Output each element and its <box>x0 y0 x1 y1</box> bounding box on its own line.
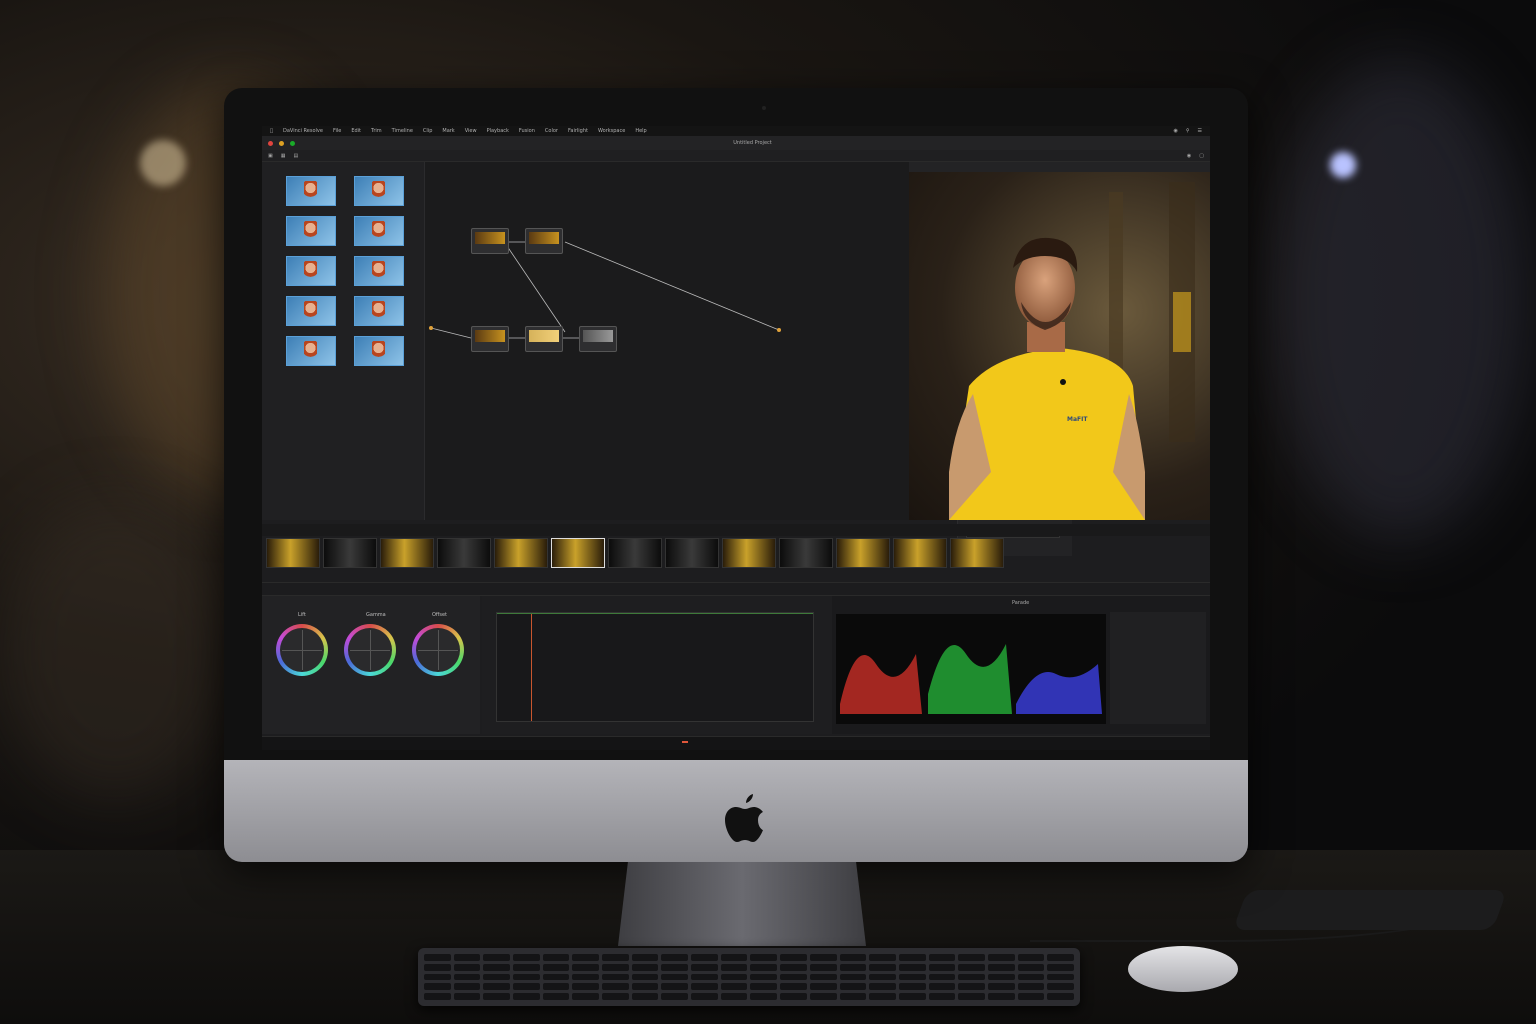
timeline-clip[interactable] <box>665 538 719 568</box>
still-thumbnail[interactable] <box>354 176 406 206</box>
lightbox-icon[interactable]: ▢ <box>1199 153 1204 159</box>
menu-item[interactable]: Trim <box>371 128 382 134</box>
still-thumbnail[interactable] <box>286 256 338 286</box>
menu-item[interactable]: DaVinci Resolve <box>283 128 323 134</box>
color-node[interactable] <box>471 228 509 254</box>
menu-item[interactable]: View <box>465 128 477 134</box>
timeline-clip[interactable] <box>779 538 833 568</box>
timeline-clip[interactable] <box>266 538 320 568</box>
wheel-label-gamma: Gamma <box>366 612 386 618</box>
search-icon[interactable]: ⚲ <box>1186 128 1190 134</box>
still-thumbnail[interactable] <box>354 256 406 286</box>
viewer-frame-image <box>949 182 1195 520</box>
timeline-clip[interactable] <box>893 538 947 568</box>
menu-status-area: ◉ ⚲ ☰ <box>1173 128 1202 134</box>
menu-bar:  DaVinci Resolve File Edit Trim Timelin… <box>262 126 1210 136</box>
wheel-label-offset: Offset <box>432 612 448 618</box>
menu-item[interactable]: Mark <box>442 128 454 134</box>
still-thumbnail[interactable] <box>354 216 406 246</box>
curve-graph[interactable] <box>496 612 814 722</box>
curves-panel <box>482 596 832 734</box>
page-bar <box>262 736 1210 750</box>
webcam <box>762 106 766 110</box>
clip-info-bar <box>262 524 1210 536</box>
timeline-clip[interactable] <box>380 538 434 568</box>
stills-grid <box>286 176 406 366</box>
gamma-wheel[interactable] <box>344 624 396 676</box>
scope-type[interactable]: Parade <box>1012 600 1029 606</box>
wheel-label-lift: Lift <box>298 612 306 618</box>
timeline-clip[interactable] <box>722 538 776 568</box>
still-thumbnail[interactable] <box>286 176 338 206</box>
video-viewer[interactable]: MaFIT <box>909 172 1210 520</box>
luts-icon[interactable]: ▦ <box>281 153 286 159</box>
screen:  DaVinci Resolve File Edit Trim Timelin… <box>262 126 1210 750</box>
mouse <box>1128 946 1238 992</box>
keyboard <box>418 948 1080 1006</box>
still-thumbnail[interactable] <box>354 336 406 366</box>
timeline-clip[interactable] <box>494 538 548 568</box>
shirt-logo-text: MaFIT <box>1067 416 1088 423</box>
top-toolbar: ▣ ▦ ▤ ◉ ▢ <box>262 150 1210 162</box>
menu-item[interactable]: Color <box>545 128 558 134</box>
close-window-button[interactable] <box>268 140 273 146</box>
audio-mixer <box>1110 612 1206 724</box>
imac-stand <box>618 862 866 946</box>
nodes-icon[interactable]: ◉ <box>1187 153 1191 159</box>
minimize-window-button[interactable] <box>279 140 284 146</box>
menu-item[interactable]: Edit <box>351 128 361 134</box>
active-page-indicator <box>682 741 688 743</box>
timeline-clip[interactable] <box>836 538 890 568</box>
lift-wheel[interactable] <box>276 624 328 676</box>
node-editor[interactable] <box>425 162 1072 556</box>
wifi-icon[interactable]: ◉ <box>1173 128 1177 134</box>
still-thumbnail[interactable] <box>286 296 338 326</box>
timeline-clip-selected[interactable] <box>551 538 605 568</box>
still-thumbnail[interactable] <box>286 216 338 246</box>
scopes-panel: Parade <box>832 596 1210 734</box>
media-pool-icon[interactable]: ▤ <box>293 153 298 159</box>
control-center-icon[interactable]: ☰ <box>1198 128 1202 134</box>
menu-item[interactable]: Workspace <box>598 128 625 134</box>
menu-item[interactable]: Fairlight <box>568 128 588 134</box>
apple-logo-icon <box>725 794 763 842</box>
viewer-header <box>909 162 1210 172</box>
color-node[interactable] <box>579 326 617 352</box>
device-on-desk <box>1232 890 1508 930</box>
tool-strip <box>262 582 1210 596</box>
color-node[interactable] <box>525 228 563 254</box>
timeline-clip[interactable] <box>323 538 377 568</box>
color-wheels-panel: Lift Gamma Offset <box>262 596 480 734</box>
menu-item[interactable]: File <box>333 128 341 134</box>
menu-item[interactable]: Timeline <box>392 128 413 134</box>
offset-wheel[interactable] <box>412 624 464 676</box>
menu-item[interactable]: Help <box>635 128 646 134</box>
gallery-panel <box>262 162 425 520</box>
zoom-window-button[interactable] <box>290 140 295 146</box>
apple-menu-icon[interactable]:  <box>270 128 273 134</box>
color-node[interactable] <box>525 326 563 352</box>
window-titlebar: Untitled Project <box>262 136 1210 150</box>
menu-item[interactable]: Clip <box>423 128 432 134</box>
still-thumbnail[interactable] <box>286 336 338 366</box>
gallery-icon[interactable]: ▣ <box>268 153 273 159</box>
color-node[interactable] <box>471 326 509 352</box>
timeline-clips <box>266 538 1206 570</box>
rgb-parade-scope <box>836 614 1106 724</box>
timeline-clip[interactable] <box>608 538 662 568</box>
parade-traces <box>840 644 1102 714</box>
menu-item[interactable]: Fusion <box>519 128 535 134</box>
project-title: Untitled Project <box>733 140 772 146</box>
timeline-clip[interactable] <box>950 538 1004 568</box>
menu-item[interactable]: Playback <box>487 128 509 134</box>
still-thumbnail[interactable] <box>354 296 406 326</box>
timeline-clip[interactable] <box>437 538 491 568</box>
